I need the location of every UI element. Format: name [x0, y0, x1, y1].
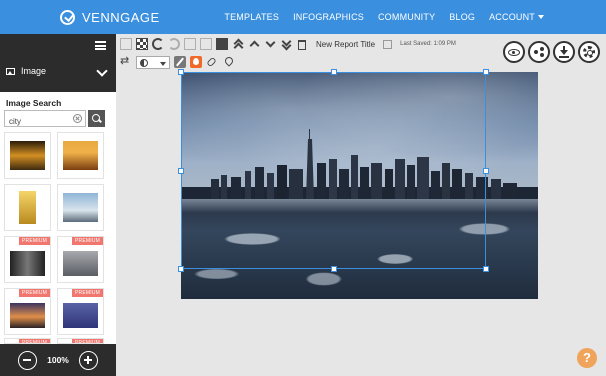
- document-title[interactable]: New Report Title: [316, 40, 375, 49]
- edit-title-icon[interactable]: [383, 39, 393, 49]
- resize-handle[interactable]: [483, 266, 489, 272]
- pin-icon[interactable]: [222, 56, 234, 68]
- panel-selector[interactable]: Image: [6, 66, 46, 76]
- share-button[interactable]: [528, 41, 550, 63]
- edit-image-icon[interactable]: [200, 38, 212, 50]
- nav-account[interactable]: ACCOUNT: [489, 12, 544, 22]
- chevron-down-icon[interactable]: [96, 65, 108, 77]
- zoom-bar: 100%: [0, 344, 116, 376]
- delete-icon[interactable]: [298, 40, 306, 50]
- caret-down-icon: [538, 15, 544, 19]
- copy-style-icon[interactable]: [120, 38, 132, 50]
- image-result[interactable]: [4, 132, 51, 179]
- premium-badge: PREMIUM: [71, 237, 103, 245]
- venngage-logo-icon: [60, 9, 75, 25]
- nav-blog[interactable]: BLOG: [449, 12, 475, 22]
- zoom-level: 100%: [47, 355, 69, 365]
- resize-handle[interactable]: [178, 69, 184, 75]
- sidebar: Image Image Search PREMIUM PREMIUM PREMI…: [0, 34, 116, 376]
- transparency-icon[interactable]: [136, 38, 148, 50]
- premium-badge: PREMIUM: [18, 237, 50, 245]
- resize-handle[interactable]: [178, 266, 184, 272]
- swap-icon[interactable]: [120, 54, 132, 68]
- preview-button[interactable]: [503, 41, 525, 63]
- send-backward-icon[interactable]: [264, 38, 276, 50]
- nav-infographics[interactable]: INFOGRAPHICS: [293, 12, 364, 22]
- search-input[interactable]: [5, 114, 67, 129]
- nav-links: TEMPLATES INFOGRAPHICS COMMUNITY BLOG AC…: [224, 0, 544, 34]
- image-result[interactable]: [57, 184, 104, 231]
- crop-icon[interactable]: [184, 38, 196, 50]
- download-icon: [559, 56, 569, 58]
- fill-color-icon[interactable]: [190, 56, 202, 68]
- section-title: Image Search: [6, 98, 62, 108]
- premium-badge: PREMIUM: [71, 289, 103, 297]
- image-result[interactable]: PREMIUM: [4, 288, 51, 335]
- caret-down-icon: [160, 61, 166, 66]
- hamburger-icon[interactable]: [95, 41, 106, 50]
- contrast-dropdown[interactable]: [136, 55, 170, 69]
- resize-handle[interactable]: [331, 266, 337, 272]
- search-box: [4, 110, 86, 129]
- resize-handle[interactable]: [483, 69, 489, 75]
- settings-button[interactable]: [578, 41, 600, 63]
- nav-community[interactable]: COMMUNITY: [378, 12, 435, 22]
- sidebar-header: Image: [0, 34, 116, 92]
- brand-name: VENNGAGE: [82, 9, 160, 25]
- undo-icon[interactable]: [152, 38, 164, 50]
- send-to-back-icon[interactable]: [280, 38, 292, 50]
- nav-templates[interactable]: TEMPLATES: [224, 12, 279, 22]
- panel-label: Image: [21, 66, 47, 76]
- bring-forward-icon[interactable]: [248, 38, 260, 50]
- image-result[interactable]: PREMIUM: [57, 236, 104, 283]
- resize-handle[interactable]: [483, 168, 489, 174]
- preview-eye-icon: [508, 49, 520, 56]
- resize-handle[interactable]: [178, 168, 184, 174]
- share-icon: [534, 47, 544, 57]
- last-saved: Last Saved: 1:09 PM: [400, 41, 456, 47]
- premium-badge: PREMIUM: [18, 289, 50, 297]
- download-button[interactable]: [553, 41, 575, 63]
- zoom-in-icon[interactable]: [78, 350, 98, 370]
- brush-icon[interactable]: [174, 56, 186, 68]
- duplicate-icon[interactable]: [216, 38, 228, 50]
- toolbar-row-1: New Report Title Last Saved: 1:09 PM: [120, 36, 456, 52]
- redo-icon[interactable]: [168, 38, 180, 50]
- contrast-icon: [140, 58, 148, 67]
- image-result[interactable]: PREMIUM: [57, 288, 104, 335]
- bring-to-front-icon[interactable]: [232, 38, 244, 50]
- nav-account-label: ACCOUNT: [489, 12, 535, 22]
- resize-handle[interactable]: [331, 69, 337, 75]
- image-result[interactable]: [57, 132, 104, 179]
- help-button[interactable]: ?: [577, 348, 597, 368]
- selection-box[interactable]: [178, 69, 489, 272]
- settings-gear-icon: [583, 46, 595, 58]
- top-nav: VENNGAGE TEMPLATES INFOGRAPHICS COMMUNIT…: [0, 0, 606, 34]
- clear-icon[interactable]: [73, 114, 82, 123]
- toolbar-row-2: [120, 54, 238, 70]
- link-icon[interactable]: [206, 56, 218, 68]
- brand[interactable]: VENNGAGE: [60, 9, 160, 25]
- image-icon: [6, 67, 15, 75]
- search-icon[interactable]: [88, 110, 105, 127]
- zoom-out-icon[interactable]: [18, 350, 38, 370]
- image-result[interactable]: PREMIUM: [4, 236, 51, 283]
- image-result[interactable]: [4, 184, 51, 231]
